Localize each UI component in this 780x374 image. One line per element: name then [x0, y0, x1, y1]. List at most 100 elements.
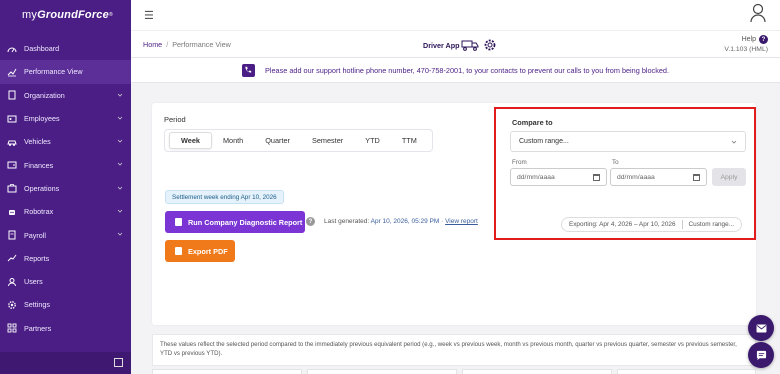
- payroll-icon: [7, 230, 17, 240]
- sidebar-item-performance-view[interactable]: Performance View: [0, 60, 131, 84]
- tab-ytd[interactable]: YTD: [354, 132, 391, 149]
- chevron-down-icon: [117, 233, 123, 236]
- chevron-down-icon: [117, 93, 123, 97]
- comparison-footnote: These values reflect the selected period…: [152, 334, 756, 366]
- tab-month[interactable]: Month: [212, 132, 254, 149]
- calendar-icon[interactable]: [593, 174, 600, 181]
- hamburger-menu-icon[interactable]: ☰: [144, 9, 154, 22]
- breadcrumb: Home / Performance View: [143, 40, 231, 49]
- settings-icon: [7, 300, 17, 310]
- sidebar-item-operations[interactable]: Operations: [0, 177, 131, 200]
- sidebar: my GroundForce ® Dashboard Performance Vie…: [0, 0, 131, 374]
- help-link[interactable]: Help ?: [724, 35, 768, 44]
- from-date-placeholder: dd/mm/aaaa: [517, 173, 555, 181]
- sidebar-item-label: Finances: [24, 160, 54, 170]
- export-pdf-button[interactable]: Export PDF: [165, 240, 235, 262]
- run-diagnostic-label: Run Company Diagnostic Report: [188, 217, 303, 227]
- logo-light: my: [22, 9, 38, 21]
- breadcrumb-separator: /: [166, 40, 169, 49]
- driver-app-label: Driver App: [423, 40, 460, 50]
- sidebar-item-label: Users: [24, 277, 43, 287]
- logo-mark: ®: [108, 12, 113, 18]
- from-date-input[interactable]: dd/mm/aaaa: [510, 168, 607, 186]
- question-icon: ?: [759, 35, 768, 44]
- sidebar-item-robotrax[interactable]: Robotrax: [0, 200, 131, 223]
- tab-ttm[interactable]: TTM: [391, 132, 428, 149]
- sidebar-item-label: Performance View: [24, 67, 83, 77]
- performance-card: Period Week Month Quarter Semester YTD T…: [152, 103, 756, 325]
- metric-card: [307, 369, 457, 374]
- chevron-down-icon: [731, 140, 737, 144]
- gear-icon[interactable]: [483, 38, 497, 52]
- sidebar-item-vehicles[interactable]: Vehicles: [0, 130, 131, 153]
- period-tabs: Week Month Quarter Semester YTD TTM: [164, 129, 433, 152]
- tab-quarter[interactable]: Quarter: [254, 132, 301, 149]
- sidebar-item-payroll[interactable]: Payroll: [0, 223, 131, 246]
- compare-to-title: Compare to: [512, 118, 553, 127]
- sidebar-item-finances[interactable]: Finances: [0, 153, 131, 176]
- metric-card: [462, 369, 612, 374]
- compare-range-select[interactable]: Custom range...: [510, 131, 746, 152]
- briefcase-icon: [7, 183, 17, 193]
- chevron-down-icon: [117, 163, 123, 167]
- mail-icon: [756, 323, 766, 333]
- last-generated-text: Last generated: Apr 10, 2026, 05:29 PM ·…: [324, 218, 478, 225]
- run-diagnostic-report-button[interactable]: Run Company Diagnostic Report: [165, 211, 305, 233]
- sidebar-item-label: Payroll: [24, 230, 46, 240]
- sidebar-item-partners[interactable]: Partners: [0, 317, 131, 340]
- sidebar-item-reports[interactable]: Reports: [0, 247, 131, 270]
- compare-range-value: Custom range...: [519, 138, 569, 145]
- to-date-input[interactable]: dd/mm/aaaa: [610, 168, 707, 186]
- exporting-mode: Custom range...: [688, 221, 734, 228]
- info-icon[interactable]: ?: [306, 217, 315, 226]
- period-label: Period: [164, 115, 186, 124]
- sidebar-item-employees[interactable]: Employees: [0, 107, 131, 130]
- users-icon: [7, 277, 17, 287]
- sidebar-item-label: Settings: [24, 300, 50, 310]
- driver-app-link[interactable]: Driver App: [423, 38, 497, 52]
- sidebar-item-label: Organization: [24, 90, 65, 100]
- app-logo[interactable]: my GroundForce ®: [0, 0, 131, 30]
- apply-button[interactable]: Apply: [712, 168, 746, 186]
- sidebar-item-label: Reports: [24, 253, 50, 263]
- sidebar-item-users[interactable]: Users: [0, 270, 131, 293]
- help-label: Help: [741, 36, 756, 43]
- sidebar-item-label: Employees: [24, 114, 60, 124]
- sidebar-nav: Dashboard Performance View Organization …: [0, 37, 131, 340]
- user-account-icon[interactable]: [750, 3, 766, 23]
- sidebar-item-settings[interactable]: Settings: [0, 293, 131, 316]
- pdf-icon: [175, 247, 182, 255]
- sidebar-item-organization[interactable]: Organization: [0, 84, 131, 107]
- support-notice: Please add our support hotline phone num…: [131, 58, 780, 83]
- logo-bold: GroundForce: [37, 9, 109, 21]
- sidebar-item-label: Partners: [24, 323, 52, 333]
- tab-semester[interactable]: Semester: [301, 132, 354, 149]
- calendar-icon[interactable]: [693, 174, 700, 181]
- chevron-down-icon: [117, 139, 123, 143]
- view-report-link[interactable]: View report: [445, 218, 478, 225]
- message-button[interactable]: [748, 315, 774, 341]
- sidebar-item-label: Dashboard: [24, 44, 60, 54]
- sidebar-item-label: Robotrax: [24, 207, 54, 217]
- sidebar-item-label: Operations: [24, 183, 60, 193]
- exporting-range-pill: Exporting: Apr 4, 2026 – Apr 10, 2026 Cu…: [560, 217, 742, 232]
- chevron-down-icon: [117, 186, 123, 190]
- exporting-text: Exporting: Apr 4, 2026 – Apr 10, 2026: [568, 221, 676, 228]
- building-icon: [7, 90, 17, 100]
- chevron-down-icon: [117, 116, 123, 120]
- wallet-icon: [7, 160, 17, 170]
- chart-icon: [7, 67, 17, 77]
- chat-button[interactable]: [748, 342, 774, 368]
- collapse-icon: [114, 358, 123, 367]
- top-bar: ☰: [131, 0, 780, 30]
- breadcrumb-home-link[interactable]: Home: [143, 40, 162, 49]
- sidebar-collapse-button[interactable]: [0, 352, 131, 374]
- metric-card: [617, 369, 756, 374]
- dashboard-icon: [7, 44, 17, 54]
- link-separator: ·: [441, 218, 444, 225]
- sidebar-item-dashboard[interactable]: Dashboard: [0, 37, 131, 60]
- pill-divider: [681, 220, 683, 229]
- phone-icon: [241, 63, 255, 77]
- to-date-placeholder: dd/mm/aaaa: [617, 173, 655, 181]
- tab-week[interactable]: Week: [169, 132, 212, 149]
